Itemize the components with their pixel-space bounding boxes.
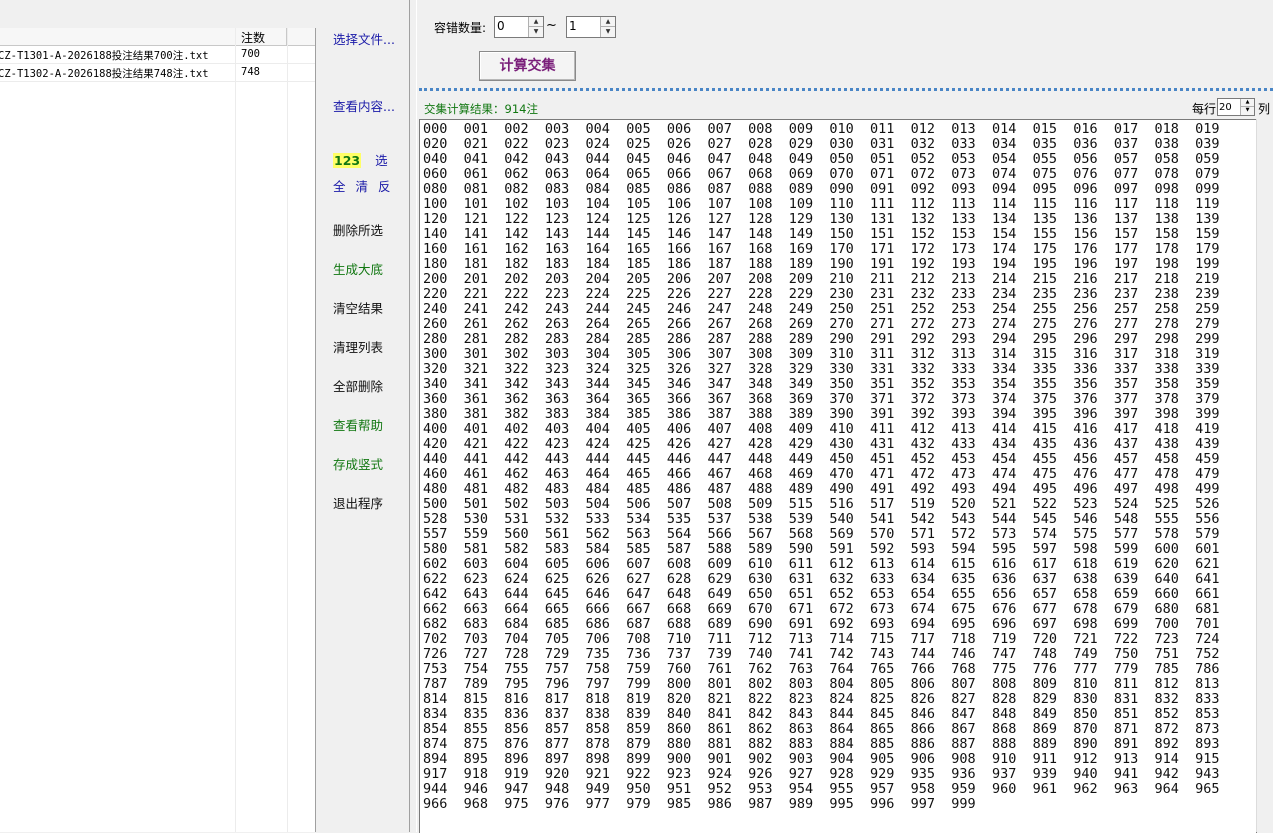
select-all-button[interactable]: 全 bbox=[333, 179, 346, 194]
result-title: 交集计算结果：914注 bbox=[424, 102, 538, 116]
action-panel: 选择文件... 查看内容... 123 选 全 清 反 删除所选 生成大底 清空… bbox=[317, 0, 409, 832]
tolerance-min-spinner[interactable]: ▲▼ bbox=[494, 16, 544, 38]
tolerance-label: 容错数量: bbox=[434, 21, 487, 35]
tolerance-max-spinner[interactable]: ▲▼ bbox=[566, 16, 616, 38]
clear-selection-button[interactable]: 清 bbox=[356, 179, 369, 194]
per-row-unit: 列 bbox=[1258, 102, 1271, 116]
spin-down-icon[interactable]: ▼ bbox=[601, 26, 615, 36]
tolerance-min-input[interactable] bbox=[495, 17, 527, 35]
select-file-button[interactable]: 选择文件... bbox=[333, 29, 395, 48]
range-tilde: ~ bbox=[546, 18, 557, 33]
clear-result-button[interactable]: 清空结果 bbox=[333, 298, 383, 317]
delete-selected-button[interactable]: 删除所选 bbox=[333, 220, 383, 239]
spin-up-icon[interactable]: ▲ bbox=[601, 17, 615, 26]
save-vertical-button[interactable]: 存成竖式 bbox=[333, 454, 383, 473]
file-name: CZ-T1301-A-2026188投注结果700注.txt bbox=[0, 50, 209, 62]
column-count[interactable]: 注数 bbox=[241, 29, 265, 46]
spin-down-icon[interactable]: ▼ bbox=[529, 26, 543, 36]
calculate-intersection-button[interactable]: 计算交集 bbox=[479, 51, 576, 81]
spin-down-icon[interactable]: ▼ bbox=[1241, 106, 1254, 114]
result-textarea[interactable]: 000 001 002 003 004 005 006 007 008 009 … bbox=[419, 119, 1257, 833]
file-count: 748 bbox=[241, 66, 260, 78]
invert-selection-button[interactable]: 反 bbox=[378, 179, 391, 194]
spin-up-icon[interactable]: ▲ bbox=[529, 17, 543, 26]
select-button[interactable]: 选 bbox=[375, 153, 388, 168]
number-badge[interactable]: 123 bbox=[333, 153, 362, 168]
exit-button[interactable]: 退出程序 bbox=[333, 493, 383, 512]
generate-base-button[interactable]: 生成大底 bbox=[333, 259, 383, 278]
file-count: 700 bbox=[241, 48, 260, 60]
clean-list-button[interactable]: 清理列表 bbox=[333, 337, 383, 356]
result-scrollbar[interactable] bbox=[1256, 119, 1273, 832]
tolerance-max-input[interactable] bbox=[567, 17, 599, 35]
file-list[interactable]: 注数 CZ-T1301-A-2026188投注结果700注.txt 700 CZ… bbox=[0, 28, 316, 832]
per-row-input[interactable] bbox=[1218, 100, 1238, 115]
delete-all-button[interactable]: 全部删除 bbox=[333, 376, 383, 395]
view-help-button[interactable]: 查看帮助 bbox=[333, 415, 383, 434]
per-row-label: 每行 bbox=[1192, 102, 1217, 116]
file-row[interactable]: CZ-T1301-A-2026188投注结果700注.txt 700 bbox=[0, 46, 315, 64]
separator-line bbox=[419, 88, 1273, 91]
file-list-header: 注数 bbox=[0, 28, 315, 46]
spin-up-icon[interactable]: ▲ bbox=[1241, 99, 1254, 106]
file-row[interactable]: CZ-T1302-A-2026188投注结果748注.txt 748 bbox=[0, 64, 315, 82]
view-content-button[interactable]: 查看内容... bbox=[333, 96, 395, 115]
panel-splitter[interactable] bbox=[409, 0, 417, 832]
per-row-spinner[interactable]: ▲▼ bbox=[1217, 98, 1255, 116]
result-numbers: 000 001 002 003 004 005 006 007 008 009 … bbox=[423, 121, 1220, 812]
file-name: CZ-T1302-A-2026188投注结果748注.txt bbox=[0, 68, 209, 80]
